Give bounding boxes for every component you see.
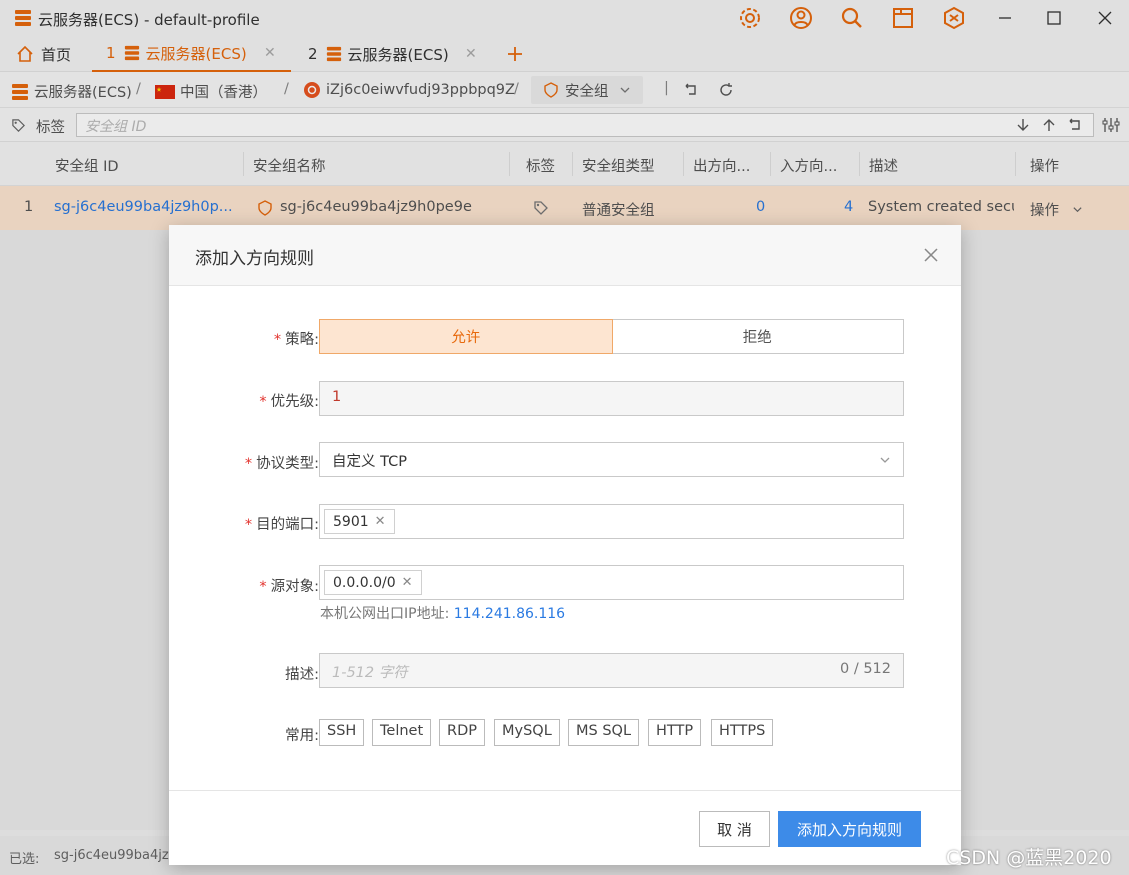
public-ip-hint: 本机公网出口IP地址: 114.241.86.116 bbox=[320, 603, 565, 623]
description-counter: 0 / 512 bbox=[839, 661, 891, 677]
preset-ssh-button[interactable]: SSH bbox=[319, 719, 365, 746]
add-inbound-rule-button[interactable]: 添加入方向规则 bbox=[778, 811, 921, 847]
protocol-select[interactable]: 自定义 TCP bbox=[319, 442, 904, 477]
policy-segmented-control: 允许 拒绝 bbox=[319, 319, 904, 354]
source-label: * 源对象: bbox=[259, 579, 319, 595]
dialog-footer: 取 消 添加入方向规则 bbox=[169, 790, 961, 865]
priority-input[interactable]: 1 bbox=[319, 381, 904, 416]
port-label: * 目的端口: bbox=[244, 517, 319, 533]
protocol-label: * 协议类型: bbox=[244, 456, 319, 472]
cancel-button[interactable]: 取 消 bbox=[699, 811, 770, 847]
description-placeholder: 1-512 字符 bbox=[332, 665, 408, 681]
chevron-down-icon bbox=[880, 457, 890, 463]
preset-https-button[interactable]: HTTPS bbox=[711, 719, 774, 746]
dialog-title: 添加入方向规则 bbox=[195, 249, 314, 269]
port-chip-label: 5901 bbox=[333, 513, 369, 530]
preset-rdp-button[interactable]: RDP bbox=[439, 719, 485, 746]
watermark: CSDN @蓝黑2020 bbox=[946, 847, 1112, 869]
remove-chip-icon[interactable]: ✕ bbox=[402, 575, 413, 590]
policy-allow-button[interactable]: 允许 bbox=[319, 319, 613, 354]
policy-label: * 策略: bbox=[273, 332, 319, 348]
port-input[interactable]: 5901 ✕ bbox=[319, 504, 904, 539]
source-chip-label: 0.0.0.0/0 bbox=[333, 574, 396, 591]
public-ip-link[interactable]: 114.241.86.116 bbox=[454, 606, 565, 622]
port-chip: 5901 ✕ bbox=[324, 509, 395, 534]
preset-mssql-button[interactable]: MS SQL bbox=[568, 719, 640, 746]
preset-mysql-button[interactable]: MySQL bbox=[494, 719, 560, 746]
close-icon[interactable] bbox=[921, 245, 941, 265]
remove-chip-icon[interactable]: ✕ bbox=[375, 514, 386, 529]
source-input[interactable]: 0.0.0.0/0 ✕ bbox=[319, 565, 904, 600]
policy-deny-button[interactable]: 拒绝 bbox=[612, 320, 904, 353]
protocol-selected-value: 自定义 TCP bbox=[332, 454, 407, 470]
preset-telnet-button[interactable]: Telnet bbox=[372, 719, 432, 746]
dialog-header: 添加入方向规则 bbox=[169, 225, 961, 286]
public-ip-hint-text: 本机公网出口IP地址: bbox=[320, 606, 454, 622]
priority-label: * 优先级: bbox=[259, 394, 319, 410]
source-chip: 0.0.0.0/0 ✕ bbox=[324, 570, 422, 595]
description-input[interactable]: 1-512 字符 0 / 512 bbox=[319, 653, 904, 688]
common-label: 常用: bbox=[285, 728, 319, 744]
add-inbound-rule-dialog: 添加入方向规则 * 策略: 允许 拒绝 * 优先级: 1 * 协议类型: 自定义 TC… bbox=[169, 225, 961, 865]
preset-http-button[interactable]: HTTP bbox=[648, 719, 702, 746]
description-label: 描述: bbox=[285, 667, 319, 683]
